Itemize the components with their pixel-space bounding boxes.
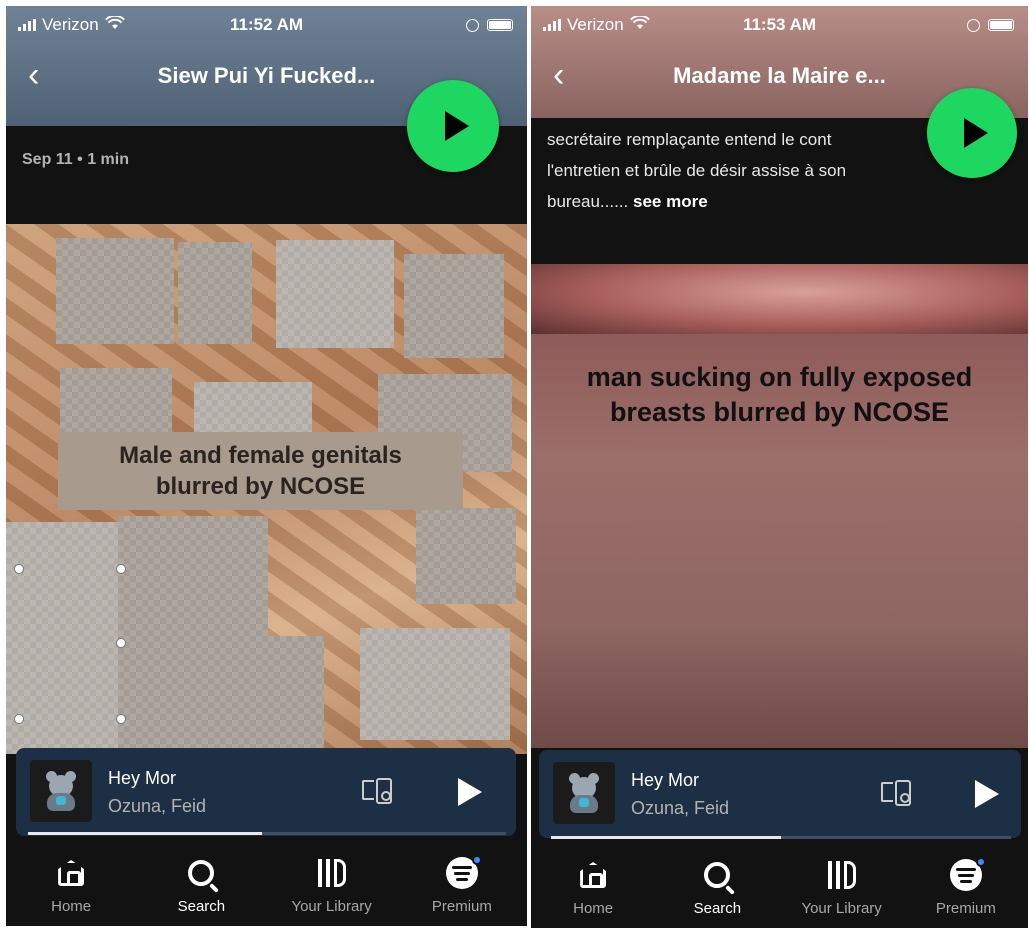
spotify-icon <box>949 857 986 891</box>
track-title: Hey Mor <box>631 770 700 790</box>
mini-play-icon[interactable] <box>458 778 482 806</box>
playback-progress-fill <box>28 832 263 835</box>
episode-title: Siew Pui Yi Fucked... <box>157 63 376 88</box>
bear-artwork <box>42 771 80 811</box>
track-artist: Ozuna, Feid <box>631 798 730 818</box>
selection-handle <box>14 564 24 574</box>
devices-icon[interactable] <box>881 780 911 808</box>
tab-label: Your Library <box>801 900 882 917</box>
description-line-text: bureau...... <box>547 192 629 211</box>
tab-label: Your Library <box>291 898 372 915</box>
playback-progress[interactable] <box>551 836 1011 839</box>
home-icon <box>58 860 85 886</box>
track-artist: Ozuna, Feid <box>108 796 207 816</box>
censorship-label-line: blurred by NCOSE <box>155 473 366 500</box>
playback-progress-fill <box>551 836 781 839</box>
description-line: bureau...... see more <box>547 186 957 217</box>
status-bar: Verizon 11:53 AM <box>531 6 1028 44</box>
censorship-label: Male and female genitals blurred by NCOS… <box>58 432 463 510</box>
library-icon <box>827 861 856 889</box>
play-icon <box>444 111 469 141</box>
battery-icon <box>487 19 513 31</box>
play-button[interactable] <box>927 88 1017 178</box>
back-icon[interactable]: ‹ <box>553 58 564 92</box>
bear-artwork <box>565 773 603 813</box>
search-icon <box>704 862 731 888</box>
orientation-lock-icon <box>967 18 980 32</box>
status-time: 11:53 AM <box>742 15 817 34</box>
selection-handle <box>116 638 126 648</box>
censorship-label-line: Male and female genitals <box>119 441 402 469</box>
tab-bar: Home Search Your Library Premium <box>6 842 527 926</box>
censored-image: man sucking on fully exposed breasts blu… <box>531 264 1028 748</box>
left-screenshot: Verizon 11:52 AM ‹ Siew Pui Yi Fucked...… <box>6 6 527 926</box>
censorship-label-line: man sucking on fully exposed <box>586 362 973 392</box>
right-screenshot: Verizon 11:53 AM ‹ Madame la Maire e... … <box>531 6 1028 928</box>
playback-progress[interactable] <box>28 832 506 835</box>
selection-handle <box>14 714 24 724</box>
episode-meta: Sep 11 • 1 min <box>22 151 129 168</box>
episode-title: Madame la Maire e... <box>673 63 886 88</box>
tab-bar: Home Search Your Library Premium <box>531 844 1028 928</box>
see-more-link[interactable]: see more <box>633 192 708 211</box>
description-line: l'entretien et brûle de désir assise à s… <box>547 161 847 180</box>
tab-label: Search <box>177 898 226 915</box>
home-icon <box>580 862 607 888</box>
orientation-lock-icon <box>466 18 479 32</box>
episode-description: secrétaire remplaçante entend le cont l'… <box>547 124 957 217</box>
censorship-label-line: breasts blurred by NCOSE <box>609 397 950 427</box>
censorship-label: man sucking on fully exposed breasts blu… <box>531 360 1028 430</box>
tab-search[interactable]: Search <box>136 842 266 926</box>
library-icon <box>317 859 346 887</box>
devices-icon[interactable] <box>362 778 392 806</box>
tab-label: Home <box>573 900 614 917</box>
track-title: Hey Mor <box>108 768 177 788</box>
spotify-icon <box>445 855 482 889</box>
status-time: 11:52 AM <box>229 15 304 34</box>
tab-premium[interactable]: Premium <box>397 842 527 926</box>
play-button[interactable] <box>407 80 499 172</box>
status-right <box>967 18 1014 32</box>
tab-premium[interactable]: Premium <box>904 844 1028 928</box>
album-art <box>30 760 92 822</box>
selection-handle <box>116 564 126 574</box>
tab-label: Home <box>51 898 92 915</box>
description-line: secrétaire remplaçante entend le cont <box>547 130 832 149</box>
image-lips-region <box>531 264 1028 334</box>
censored-image: Male and female genitals blurred by NCOS… <box>6 224 527 754</box>
mini-play-icon[interactable] <box>975 780 999 808</box>
search-icon <box>188 860 215 886</box>
tab-label: Premium <box>431 898 492 915</box>
tab-label: Premium <box>935 900 996 917</box>
status-right <box>466 18 513 32</box>
tab-library[interactable]: Your Library <box>267 842 397 926</box>
selection-handle <box>116 714 126 724</box>
back-icon[interactable]: ‹ <box>28 58 39 92</box>
tab-label: Search <box>693 900 742 917</box>
mini-player[interactable]: Hey Mor Ozuna, Feid <box>16 748 516 836</box>
tab-home[interactable]: Home <box>531 844 655 928</box>
battery-icon <box>988 19 1014 31</box>
status-bar: Verizon 11:52 AM <box>6 6 527 44</box>
tab-search[interactable]: Search <box>655 844 779 928</box>
tab-library[interactable]: Your Library <box>780 844 904 928</box>
album-art <box>553 762 615 824</box>
tab-home[interactable]: Home <box>6 842 136 926</box>
mini-player[interactable]: Hey Mor Ozuna, Feid <box>539 750 1021 838</box>
play-icon <box>963 118 988 148</box>
